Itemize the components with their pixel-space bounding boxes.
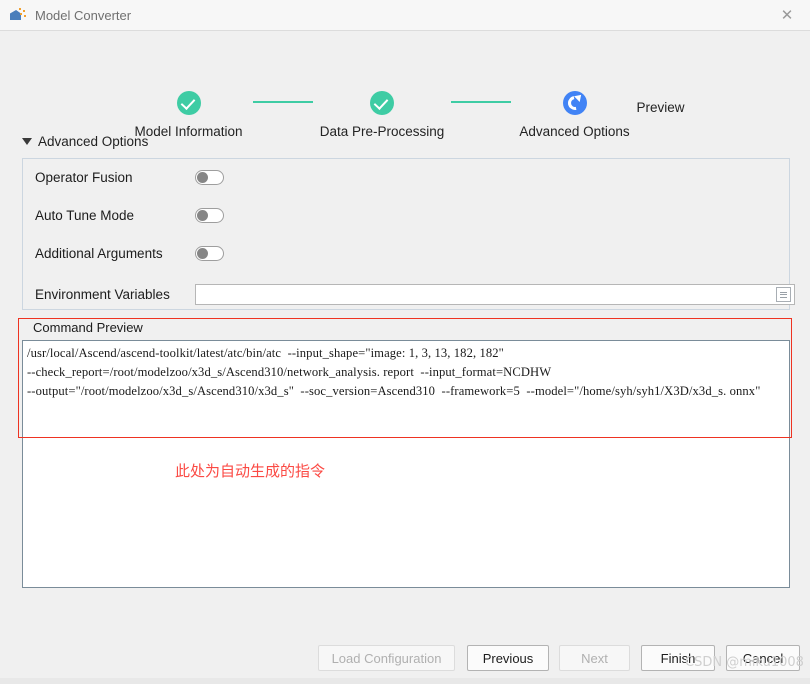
command-line: --check_report=/root/modelzoo/x3d_s/Asce… xyxy=(27,365,552,379)
additional-arguments-toggle[interactable] xyxy=(195,246,224,261)
command-line: /usr/local/Ascend/ascend-toolkit/latest/… xyxy=(27,346,504,360)
environment-variables-input-wrapper[interactable] xyxy=(195,284,795,305)
section-title: Advanced Options xyxy=(38,134,149,149)
step-data-pre-processing[interactable]: Data Pre-Processing xyxy=(312,91,452,139)
operator-fusion-toggle[interactable] xyxy=(195,170,224,185)
wizard-stepper: Model Information Data Pre-Processing Ad… xyxy=(0,31,810,139)
advanced-options-panel: Operator Fusion Auto Tune Mode Additiona… xyxy=(22,158,795,310)
option-row-operator-fusion: Operator Fusion xyxy=(35,170,224,185)
close-icon[interactable]: ✕ xyxy=(764,0,810,29)
option-label: Operator Fusion xyxy=(35,170,133,185)
auto-tune-mode-toggle[interactable] xyxy=(195,208,224,223)
step-model-information[interactable]: Model Information xyxy=(116,91,261,139)
spinner-circle-icon xyxy=(562,91,587,115)
list-document-icon[interactable] xyxy=(776,287,791,302)
previous-button[interactable]: Previous xyxy=(467,645,549,671)
option-label: Auto Tune Mode xyxy=(35,208,135,223)
advanced-options-section-header[interactable]: Advanced Options xyxy=(22,134,148,149)
app-cube-icon xyxy=(10,7,26,23)
step-label: Preview xyxy=(636,100,685,115)
next-button[interactable]: Next xyxy=(559,645,630,671)
window-title: Model Converter xyxy=(35,7,132,23)
command-preview-textarea[interactable]: /usr/local/Ascend/ascend-toolkit/latest/… xyxy=(22,340,790,588)
bottom-strip xyxy=(0,678,810,684)
window-titlebar: Model Converter ✕ xyxy=(0,0,810,31)
step-connector-1 xyxy=(253,101,313,103)
check-circle-icon xyxy=(370,91,394,115)
step-label: Data Pre-Processing xyxy=(319,124,445,139)
step-preview[interactable]: Preview xyxy=(633,91,688,115)
step-advanced-options[interactable]: Advanced Options xyxy=(512,91,637,139)
caret-down-icon xyxy=(22,138,32,145)
command-line: --output="/root/modelzoo/x3d_s/Ascend310… xyxy=(27,384,761,398)
command-preview-annotation: 此处为自动生成的指令 xyxy=(175,462,326,480)
step-label: Advanced Options xyxy=(519,124,630,139)
option-label: Additional Arguments xyxy=(35,246,163,261)
command-preview-label: Command Preview xyxy=(33,320,143,335)
option-row-environment-variables: Environment Variables xyxy=(35,284,795,305)
watermark: CSDN @miku1008 xyxy=(685,655,804,670)
environment-variables-input[interactable] xyxy=(196,284,776,305)
load-configuration-button[interactable]: Load Configuration xyxy=(318,645,455,671)
check-circle-icon xyxy=(176,91,201,115)
step-connector-2 xyxy=(451,101,511,103)
option-row-additional-arguments: Additional Arguments xyxy=(35,246,224,261)
option-row-auto-tune-mode: Auto Tune Mode xyxy=(35,208,224,223)
option-label: Environment Variables xyxy=(35,287,170,302)
